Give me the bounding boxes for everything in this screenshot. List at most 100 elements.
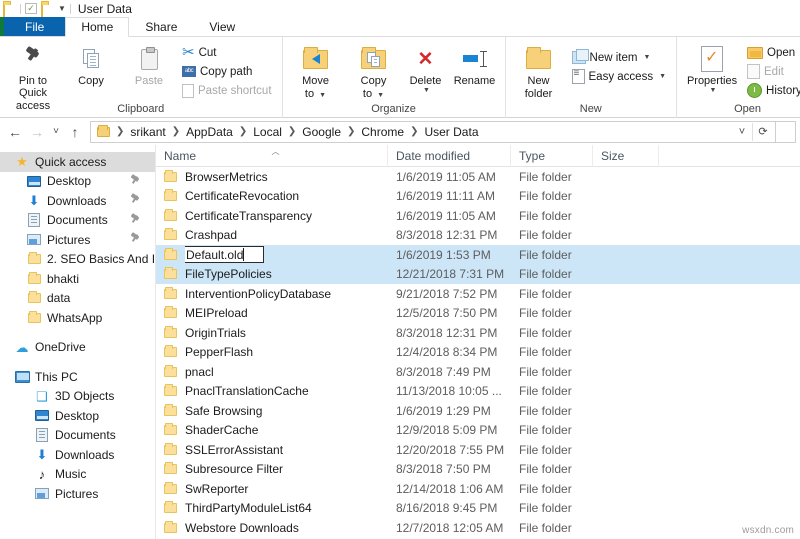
breadcrumb-item-2[interactable]: Local: [249, 122, 286, 142]
breadcrumb-separator-3[interactable]: ❯: [286, 126, 298, 137]
sidebar-item-3d-objects[interactable]: ❑ 3D Objects: [0, 387, 155, 407]
new-item-button[interactable]: New item ▼: [571, 48, 671, 67]
search-input[interactable]: [776, 120, 796, 143]
copy-to-button[interactable]: Copy to ▼: [345, 40, 403, 102]
desktop-icon: [26, 174, 42, 188]
up-arrow-icon[interactable]: ↑: [64, 121, 86, 143]
sidebar-item-label: Desktop: [47, 174, 92, 189]
breadcrumb-separator-2[interactable]: ❯: [237, 126, 249, 137]
file-date-modified: 12/4/2018 8:34 PM: [396, 345, 498, 360]
sidebar-item-bhakti[interactable]: bhakti: [0, 269, 155, 289]
folder-icon[interactable]: [3, 1, 16, 17]
table-row[interactable]: SSLErrorAssistant 12/20/2018 7:55 PM Fil…: [156, 440, 800, 460]
table-row[interactable]: PepperFlash 12/4/2018 8:34 PM File folde…: [156, 343, 800, 363]
toolbar-divider-2: [69, 3, 71, 14]
forward-arrow-icon[interactable]: →: [26, 121, 48, 143]
table-row[interactable]: SwReporter 12/14/2018 1:06 AM File folde…: [156, 479, 800, 499]
open-button[interactable]: Open ▼: [746, 43, 800, 62]
table-row[interactable]: OriginTrials 8/3/2018 12:31 PM File fold…: [156, 323, 800, 343]
paste-shortcut-button[interactable]: Paste shortcut: [181, 81, 276, 100]
sidebar-item-desktop-pc[interactable]: Desktop: [0, 406, 155, 426]
recent-locations-caret-icon[interactable]: ˅: [48, 121, 64, 143]
sidebar-item-seo-basics[interactable]: 2. SEO Basics And In: [0, 250, 155, 270]
rename-button[interactable]: Rename: [449, 40, 501, 87]
table-row[interactable]: pnacl 8/3/2018 7:49 PM File folder: [156, 362, 800, 382]
star-icon: ★: [16, 154, 28, 170]
sidebar-item-pictures-pc[interactable]: Pictures: [0, 484, 155, 504]
group-label-clipboard: Clipboard: [117, 103, 165, 115]
table-row[interactable]: Subresource Filter 8/3/2018 7:50 PM File…: [156, 460, 800, 480]
table-row[interactable]: MEIPreload 12/5/2018 7:50 PM File folder: [156, 304, 800, 324]
sidebar-item-music[interactable]: ♪ Music: [0, 465, 155, 485]
sidebar-item-this-pc[interactable]: This PC: [0, 367, 155, 387]
breadcrumb-separator-0[interactable]: ❯: [114, 126, 126, 137]
breadcrumb-bar[interactable]: ❯ srikant ❯ AppData ❯ Local ❯ Google ❯ C…: [90, 120, 776, 143]
table-row[interactable]: Webstore Downloads 12/7/2018 12:05 AM Fi…: [156, 518, 800, 538]
file-name-edit-cell[interactable]: Default.old: [185, 246, 396, 264]
tab-home[interactable]: Home: [65, 17, 130, 37]
table-row[interactable]: Safe Browsing 1/6/2019 1:29 PM File fold…: [156, 401, 800, 421]
breadcrumb-item-1[interactable]: AppData: [182, 122, 237, 142]
column-header-date-modified[interactable]: Date modified: [388, 145, 511, 167]
sidebar-item-downloads-pc[interactable]: ⬇ Downloads: [0, 445, 155, 465]
paste-button[interactable]: Paste: [120, 40, 178, 87]
properties-button[interactable]: ✓ Properties ▼: [681, 40, 743, 94]
table-row[interactable]: FileTypePolicies 12/21/2018 7:31 PM File…: [156, 264, 800, 284]
downloads-icon: ⬇: [28, 193, 40, 209]
sidebar-item-downloads[interactable]: ⬇ Downloads: [0, 191, 155, 211]
tab-file[interactable]: File: [4, 17, 66, 36]
table-row[interactable]: CertificateRevocation 1/6/2019 11:11 AM …: [156, 187, 800, 207]
sidebar-item-pictures[interactable]: Pictures: [0, 230, 155, 250]
move-to-button[interactable]: Move to ▼: [287, 40, 345, 102]
breadcrumb-separator-5[interactable]: ❯: [408, 126, 420, 137]
back-arrow-icon[interactable]: ←: [4, 121, 26, 143]
rename-input[interactable]: Default.old: [185, 246, 264, 264]
move-to-label-2: to ▼: [305, 88, 326, 102]
path-dropdown-icon[interactable]: ˅: [732, 122, 752, 142]
file-date-modified: 8/3/2018 7:50 PM: [396, 462, 491, 477]
history-button[interactable]: History: [746, 81, 800, 100]
column-header-name[interactable]: Name ︿: [156, 145, 388, 167]
sidebar-item-desktop[interactable]: Desktop: [0, 172, 155, 192]
breadcrumb-root-folder-icon[interactable]: [93, 122, 114, 142]
easy-access-button[interactable]: Easy access ▼: [571, 67, 671, 86]
table-row[interactable]: ShaderCache 12/9/2018 5:09 PM File folde…: [156, 421, 800, 441]
table-row[interactable]: ThirdPartyModuleList64 8/16/2018 9:45 PM…: [156, 499, 800, 519]
sidebar-item-documents-pc[interactable]: Documents: [0, 426, 155, 446]
sidebar-item-quick-access[interactable]: ★ Quick access: [0, 152, 155, 172]
table-row-renaming[interactable]: Default.old 1/6/2019 1:53 PM File folder: [156, 245, 800, 265]
customize-caret-icon[interactable]: ▼: [58, 4, 66, 14]
table-row[interactable]: BrowserMetrics 1/6/2019 11:05 AM File fo…: [156, 167, 800, 187]
breadcrumb-separator-4[interactable]: ❯: [345, 126, 357, 137]
new-folder-label-2: folder: [524, 88, 553, 100]
table-row[interactable]: PnaclTranslationCache 11/13/2018 10:05 .…: [156, 382, 800, 402]
rename-input-value: Default.old: [186, 247, 244, 262]
column-header-size[interactable]: Size: [593, 145, 659, 167]
sidebar-item-onedrive[interactable]: ☁ OneDrive: [0, 338, 155, 358]
sidebar-item-data[interactable]: data: [0, 289, 155, 309]
properties-check-icon[interactable]: ✓: [25, 3, 37, 14]
new-folder-icon[interactable]: [41, 1, 54, 17]
table-row[interactable]: Crashpad 8/3/2018 12:31 PM File folder: [156, 226, 800, 246]
desktop-icon: [34, 409, 50, 423]
copy-to-label-1: Copy: [360, 75, 387, 87]
breadcrumb-item-3[interactable]: Google: [298, 122, 345, 142]
delete-button[interactable]: ✕ Delete ▼: [403, 40, 449, 95]
breadcrumb-item-4[interactable]: Chrome: [357, 122, 408, 142]
breadcrumb-item-0[interactable]: srikant: [126, 122, 169, 142]
table-row[interactable]: InterventionPolicyDatabase 9/21/2018 7:5…: [156, 284, 800, 304]
table-row[interactable]: CertificateTransparency 1/6/2019 11:05 A…: [156, 206, 800, 226]
tab-share[interactable]: Share: [129, 17, 193, 36]
edit-button[interactable]: Edit: [746, 62, 800, 81]
sidebar-item-documents[interactable]: Documents: [0, 211, 155, 231]
new-folder-button[interactable]: New folder: [510, 40, 568, 100]
copy-button[interactable]: Copy: [62, 40, 120, 87]
breadcrumb-separator-1[interactable]: ❯: [170, 126, 182, 137]
cut-button[interactable]: ✂ Cut: [181, 43, 276, 62]
refresh-icon[interactable]: ⟳: [753, 122, 773, 142]
copy-path-button[interactable]: abc Copy path: [181, 62, 276, 81]
column-header-type[interactable]: Type: [511, 145, 593, 167]
sidebar-item-whatsapp[interactable]: WhatsApp: [0, 308, 155, 328]
tab-view[interactable]: View: [193, 17, 251, 36]
breadcrumb-item-5[interactable]: User Data: [420, 122, 482, 142]
